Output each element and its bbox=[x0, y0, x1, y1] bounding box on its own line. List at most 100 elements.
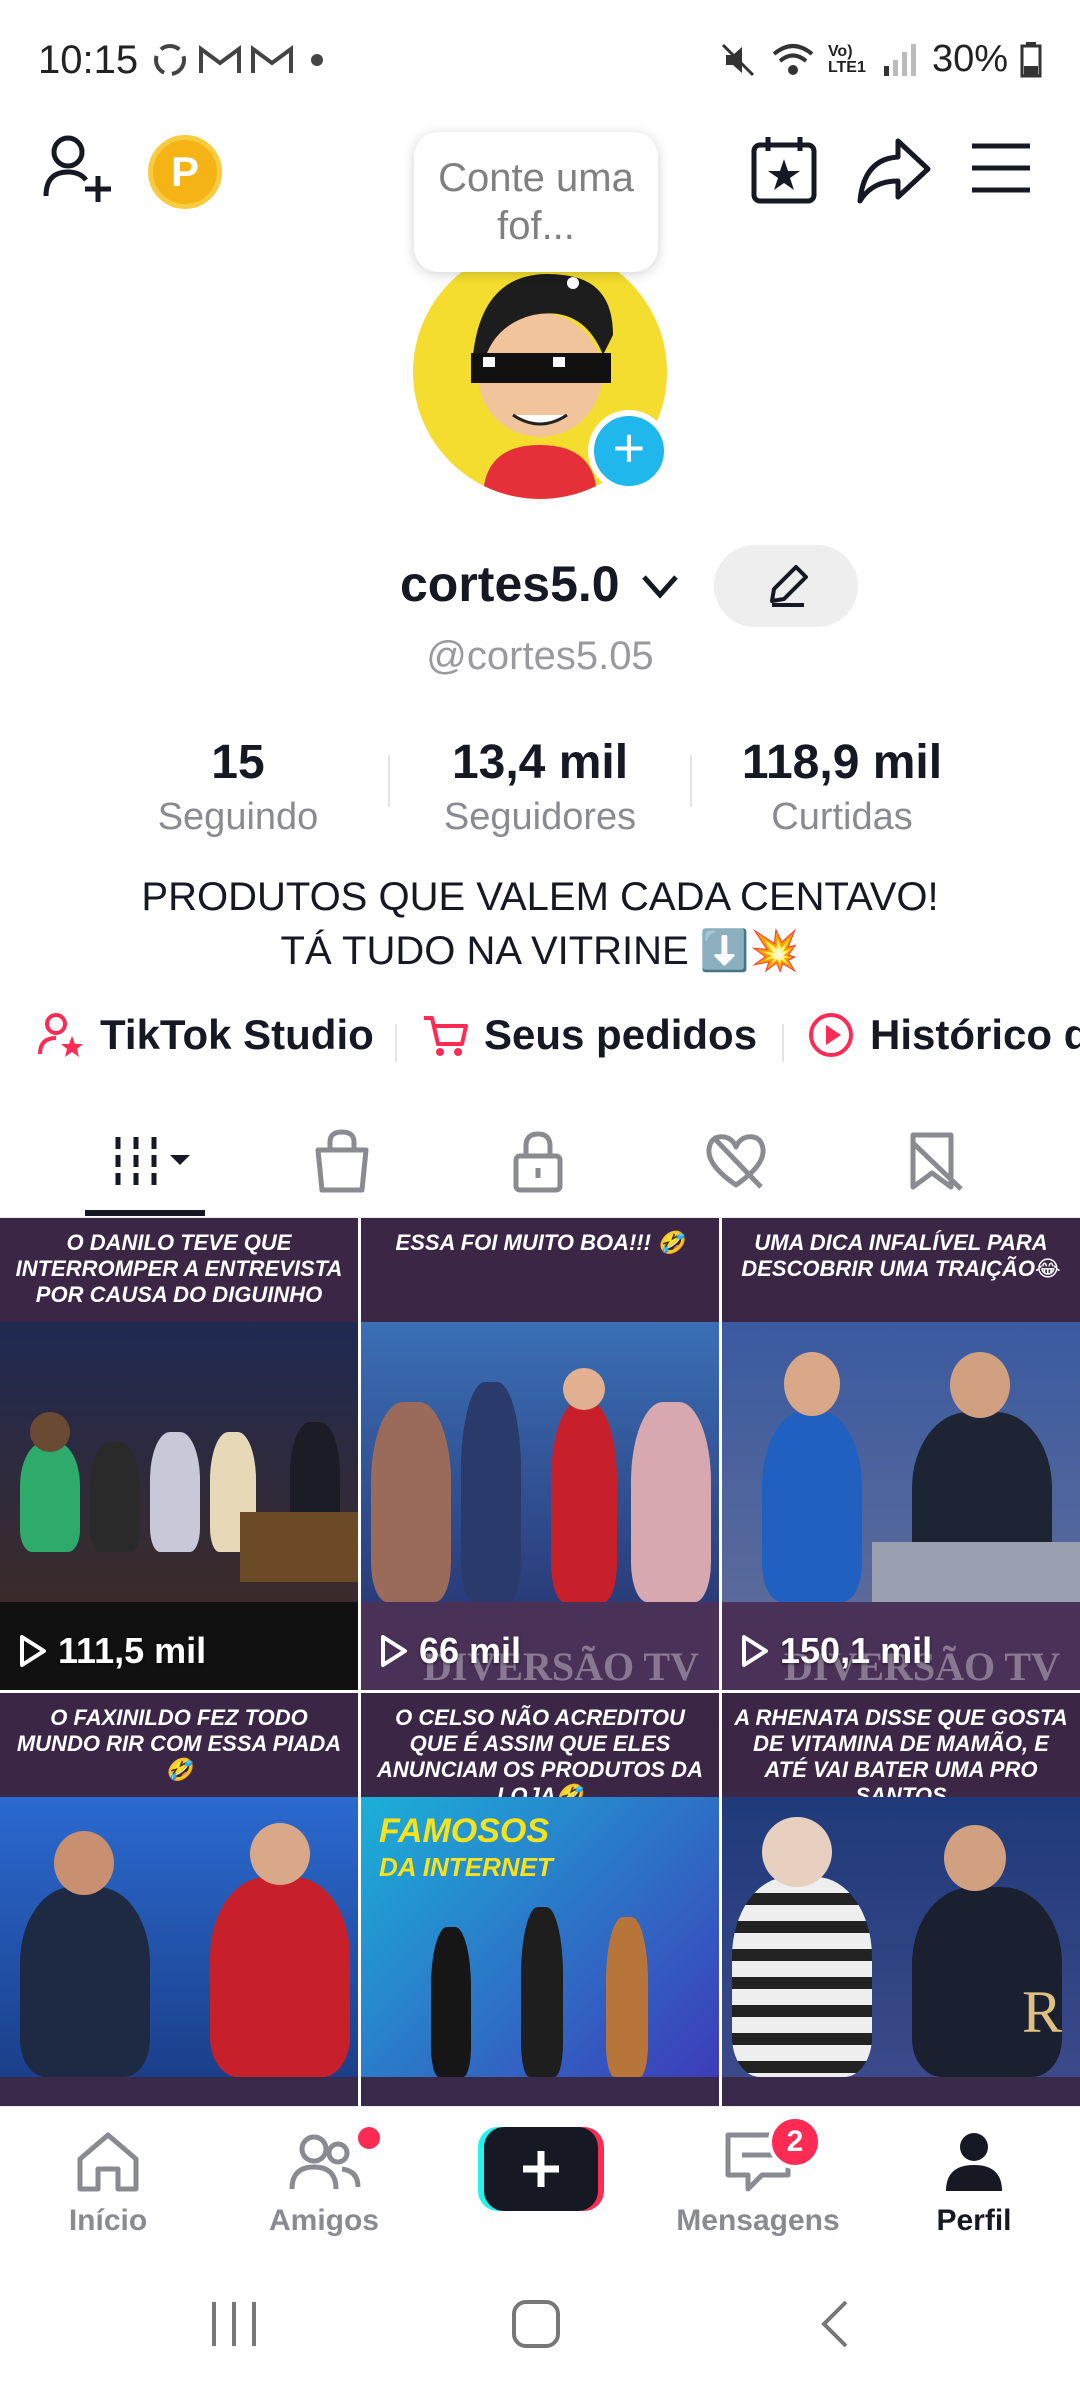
nav-friends[interactable]: Amigos bbox=[224, 2127, 424, 2238]
link-divider bbox=[782, 1024, 784, 1062]
mute-icon bbox=[721, 43, 754, 76]
video-thumbnail: FAMOSOS DA INTERNET bbox=[361, 1797, 719, 2077]
profile-note-bubble[interactable]: Conte uma fof... bbox=[414, 132, 658, 272]
stat-value: 118,9 mil bbox=[741, 736, 943, 789]
video-thumbnail bbox=[722, 1322, 1080, 1602]
link-label: Histórico d bbox=[870, 1011, 1080, 1058]
view-count: 111,5 mil bbox=[18, 1630, 206, 1672]
tab-private[interactable] bbox=[498, 1126, 578, 1196]
video-thumbnail bbox=[0, 1797, 358, 2077]
stat-label: Seguidores bbox=[443, 796, 637, 838]
lock-icon bbox=[513, 1131, 563, 1193]
battery-icon bbox=[1020, 41, 1042, 77]
video-tile[interactable]: A RHENATA DISSE QUE GOSTA DE VITAMINA DE… bbox=[722, 1693, 1080, 2106]
calendar-star-icon[interactable] bbox=[750, 135, 818, 205]
tiktok-studio-link[interactable]: TikTok Studio bbox=[36, 1010, 374, 1060]
pencil-icon bbox=[770, 565, 808, 607]
stat-following[interactable]: 15 Seguindo bbox=[88, 735, 388, 839]
create-post-button[interactable] bbox=[478, 2127, 604, 2211]
profile-stats: 15 Seguindo 13,4 mil Seguidores 118,9 mi… bbox=[0, 735, 1080, 845]
stat-label: Seguindo bbox=[157, 796, 319, 838]
chevron-down-icon[interactable] bbox=[640, 569, 680, 603]
add-story-button[interactable]: + bbox=[588, 410, 670, 492]
status-bar: 10:15 Vo) LTE1 30% bbox=[0, 0, 1080, 120]
video-caption: O CELSO NÃO ACREDITOU QUE É ASSIM QUE EL… bbox=[361, 1693, 719, 1808]
bio-line: PRODUTOS QUE VALEM CADA CENTAVO! bbox=[141, 875, 939, 919]
nav-home[interactable]: Início bbox=[8, 2129, 208, 2238]
profile-bio: PRODUTOS QUE VALEM CADA CENTAVO! TÁ TUDO… bbox=[0, 870, 1080, 978]
grid-icon bbox=[115, 1137, 190, 1185]
video-tile[interactable]: UMA DICA INFALÍVEL PARA DESCOBRIR UMA TR… bbox=[722, 1218, 1080, 1690]
status-right: Vo) LTE1 30% bbox=[718, 38, 1042, 81]
battery-percent: 30% bbox=[931, 38, 1008, 80]
play-icon bbox=[20, 1635, 46, 1667]
link-label: TikTok Studio bbox=[100, 1011, 374, 1058]
play-circle-icon bbox=[809, 1013, 853, 1057]
messages-badge: 2 bbox=[768, 2115, 822, 2169]
view-count: 150,1 mil bbox=[740, 1630, 932, 1672]
view-count-text: 111,5 mil bbox=[58, 1630, 207, 1671]
tab-saved[interactable] bbox=[894, 1126, 974, 1196]
video-tile[interactable]: O DANILO TEVE QUE INTERROMPER A ENTREVIS… bbox=[0, 1218, 358, 1690]
video-grid: O DANILO TEVE QUE INTERROMPER A ENTREVIS… bbox=[0, 1218, 1080, 2106]
view-count: 66 mil bbox=[379, 1630, 521, 1672]
active-tab-indicator bbox=[85, 1210, 205, 1216]
nav-profile[interactable]: Perfil bbox=[874, 2129, 1074, 2238]
friends-notification-dot bbox=[358, 2127, 380, 2149]
recent-apps-icon[interactable] bbox=[206, 2298, 262, 2350]
notification-icons bbox=[150, 40, 332, 80]
stat-likes[interactable]: 118,9 mil Curtidas bbox=[692, 735, 992, 839]
video-caption: O DANILO TEVE QUE INTERROMPER A ENTREVIS… bbox=[0, 1218, 358, 1322]
video-thumbnail: R bbox=[722, 1797, 1080, 2077]
dot-icon bbox=[311, 54, 323, 66]
da-internet-text: DA INTERNET bbox=[379, 1852, 553, 1882]
bag-icon bbox=[315, 1129, 369, 1193]
tab-shop[interactable] bbox=[302, 1126, 382, 1196]
profile-tabs bbox=[0, 1110, 1080, 1218]
nav-label: Perfil bbox=[936, 2204, 1012, 2237]
profile-icon bbox=[946, 2133, 1002, 2191]
signal-icon bbox=[883, 43, 916, 76]
menu-icon[interactable] bbox=[970, 140, 1032, 196]
video-caption: A RHENATA DISSE QUE GOSTA DE VITAMINA DE… bbox=[722, 1693, 1080, 1808]
video-tile[interactable]: ESSA FOI MUITO BOA!!! 🤣 DIVERSÃO TV 66 m… bbox=[361, 1218, 719, 1690]
bookmark-hidden-icon bbox=[910, 1132, 963, 1191]
profile-shortcuts: TikTok Studio Seus pedidos Histórico d bbox=[0, 1010, 1080, 1070]
play-icon bbox=[742, 1635, 768, 1667]
famosos-title: FAMOSOS DA INTERNET bbox=[379, 1813, 553, 1885]
nav-messages[interactable]: Mensagens 2 bbox=[658, 2115, 858, 2238]
person-star-icon bbox=[38, 1013, 83, 1057]
stat-value: 13,4 mil bbox=[451, 736, 629, 789]
video-thumbnail bbox=[361, 1322, 719, 1602]
display-name[interactable]: cortes5.0 bbox=[400, 555, 620, 613]
nav-label: Mensagens bbox=[676, 2204, 840, 2237]
back-icon[interactable] bbox=[816, 2298, 856, 2350]
video-caption: UMA DICA INFALÍVEL PARA DESCOBRIR UMA TR… bbox=[722, 1218, 1080, 1322]
cart-icon bbox=[424, 1016, 468, 1056]
play-icon bbox=[381, 1635, 407, 1667]
tab-videos[interactable] bbox=[110, 1126, 200, 1196]
r-logo: R bbox=[1021, 1979, 1062, 2045]
link-divider bbox=[395, 1024, 397, 1062]
friends-icon bbox=[289, 2134, 361, 2190]
tab-liked[interactable] bbox=[696, 1126, 776, 1196]
video-tile[interactable]: O CELSO NÃO ACREDITOU QUE É ASSIM QUE EL… bbox=[361, 1693, 719, 2106]
heart-hidden-icon bbox=[706, 1134, 766, 1189]
nav-label: Início bbox=[68, 2204, 148, 2237]
orders-link[interactable]: Seus pedidos bbox=[420, 1010, 757, 1060]
coins-button[interactable]: P bbox=[148, 135, 222, 209]
stat-followers[interactable]: 13,4 mil Seguidores bbox=[390, 735, 690, 839]
video-tile[interactable]: O FAXINILDO FEZ TODO MUNDO RIR COM ESSA … bbox=[0, 1693, 358, 2106]
bottom-nav: Início Amigos Mensagens 2 Perfil bbox=[0, 2106, 1080, 2254]
home-button-icon[interactable] bbox=[508, 2298, 564, 2350]
username-row: cortes5.0 bbox=[0, 545, 1080, 627]
share-icon[interactable] bbox=[856, 135, 932, 205]
add-user-icon[interactable] bbox=[40, 130, 120, 210]
link-label: Seus pedidos bbox=[484, 1011, 758, 1058]
system-nav-bar bbox=[0, 2254, 1080, 2400]
nav-label: Amigos bbox=[268, 2204, 379, 2237]
gmail-icon bbox=[199, 45, 241, 73]
bio-line: TÁ TUDO NA VITRINE ⬇️💥 bbox=[280, 929, 800, 973]
history-link[interactable]: Histórico d bbox=[806, 1010, 1080, 1060]
edit-profile-button[interactable] bbox=[714, 545, 858, 627]
